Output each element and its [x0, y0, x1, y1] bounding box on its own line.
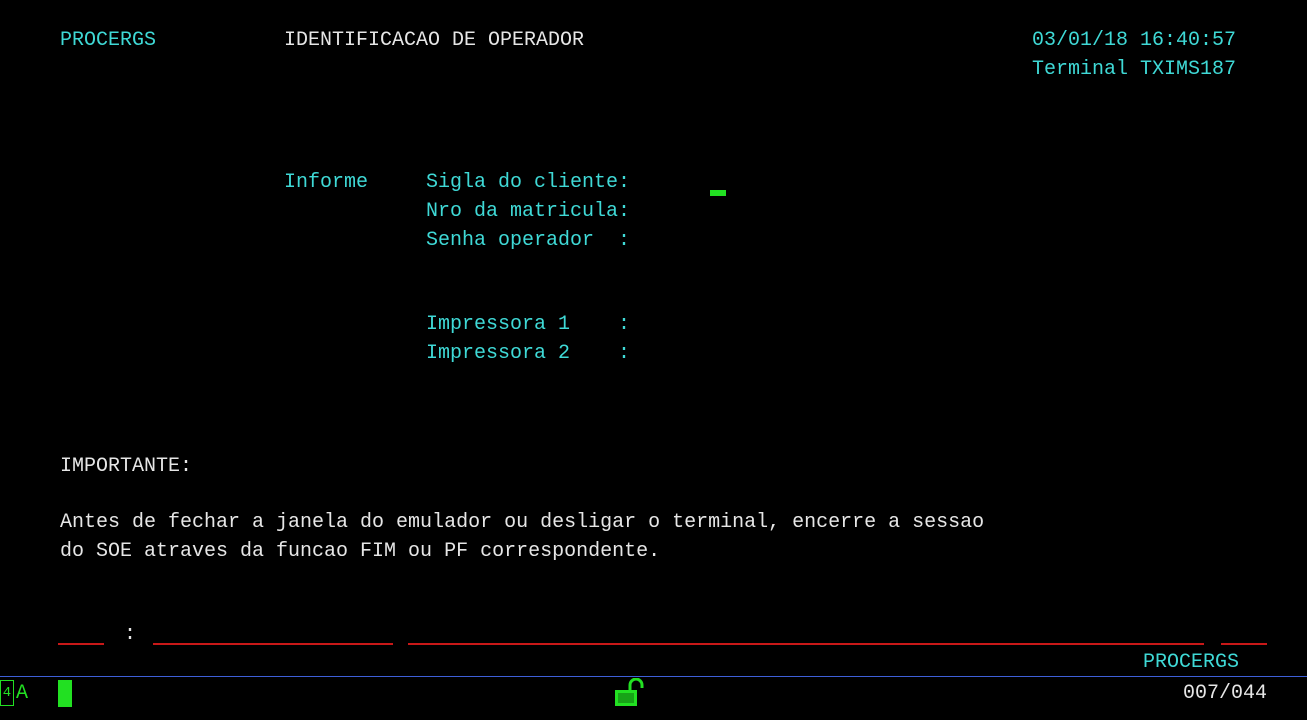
terminal-screen: PROCERGS IDENTIFICACAO DE OPERADOR 03/01…: [0, 0, 1307, 720]
field-label-matricula: Nro da matricula:: [426, 200, 631, 223]
footer-system-name: PROCERGS: [1143, 651, 1240, 674]
terminal-id: Terminal TXIMS187: [1032, 58, 1237, 81]
command-field-1[interactable]: [58, 643, 104, 645]
command-separator: :: [124, 623, 137, 646]
field-label-impressora-1: Impressora 1 :: [426, 313, 631, 336]
form-prompt: Informe: [284, 171, 369, 194]
screen-title: IDENTIFICACAO DE OPERADOR: [284, 29, 585, 52]
connection-indicator-icon: 4: [0, 680, 14, 706]
system-name: PROCERGS: [60, 29, 157, 52]
session-mode: A: [16, 682, 29, 705]
unlocked-padlock-icon: [615, 678, 644, 706]
command-field-3[interactable]: [408, 643, 1204, 645]
notice-line-2: do SOE atraves da funcao FIM ou PF corre…: [60, 540, 661, 563]
status-cursor-block: [58, 680, 72, 707]
field-label-sigla: Sigla do cliente:: [426, 171, 631, 194]
field-label-impressora-2: Impressora 2 :: [426, 342, 631, 365]
status-divider: [0, 676, 1307, 677]
command-field-4[interactable]: [1221, 643, 1267, 645]
notice-heading: IMPORTANTE:: [60, 455, 193, 478]
notice-line-1: Antes de fechar a janela do emulador ou …: [60, 511, 985, 534]
command-field-2[interactable]: [153, 643, 393, 645]
datetime: 03/01/18 16:40:57: [1032, 29, 1237, 52]
field-label-senha: Senha operador :: [426, 229, 631, 252]
cursor-position: 007/044: [1183, 682, 1268, 705]
text-cursor: [710, 190, 726, 196]
